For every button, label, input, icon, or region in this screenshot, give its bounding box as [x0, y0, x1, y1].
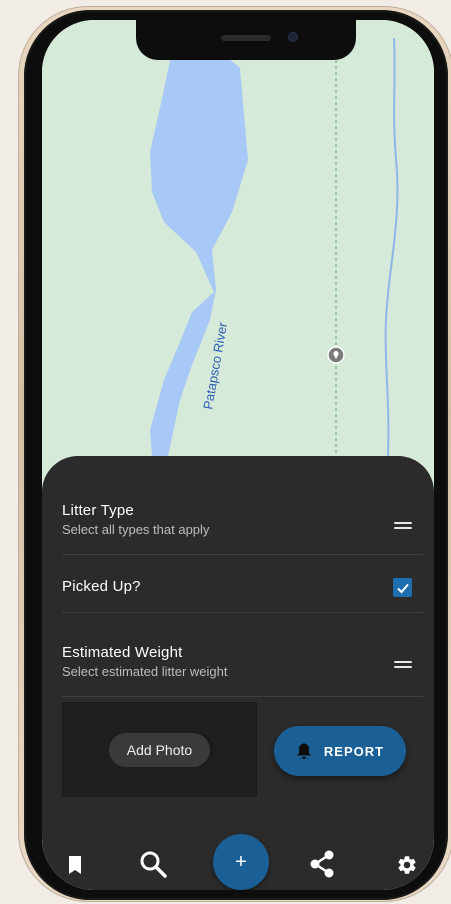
litter-type-title: Litter Type — [62, 502, 134, 519]
photo-area: Add Photo — [62, 702, 257, 797]
estimated-weight-row[interactable]: Estimated Weight Select estimated litter… — [62, 644, 402, 679]
report-label: REPORT — [323, 743, 385, 759]
front-camera — [288, 32, 298, 42]
reorder-icon[interactable] — [394, 661, 412, 669]
litter-type-subtitle: Select all types that apply — [62, 522, 210, 537]
speaker-grille — [221, 35, 271, 41]
search-icon[interactable] — [139, 850, 167, 878]
estimated-weight-subtitle: Select estimated litter weight — [62, 664, 228, 679]
bottom-nav: + — [42, 834, 434, 890]
phone-screen: Patapsco River Litter Type Select all ty… — [42, 20, 434, 890]
picked-up-title: Picked Up? — [62, 578, 141, 595]
gear-icon[interactable] — [396, 854, 418, 876]
divider — [62, 612, 423, 613]
litter-type-row[interactable]: Litter Type Select all types that apply — [62, 502, 402, 537]
add-photo-button[interactable]: Add Photo — [108, 732, 211, 767]
add-report-fab[interactable]: + — [213, 834, 269, 890]
check-icon — [396, 583, 409, 593]
divider — [62, 554, 423, 555]
report-sheet: Litter Type Select all types that apply … — [42, 456, 434, 890]
picked-up-row[interactable]: Picked Up? — [62, 578, 402, 595]
bell-icon — [296, 743, 311, 759]
picked-up-checkbox[interactable] — [393, 578, 412, 597]
bookmark-icon[interactable] — [68, 856, 82, 874]
divider — [62, 696, 423, 697]
reorder-icon[interactable] — [394, 522, 412, 530]
report-button[interactable]: REPORT — [274, 726, 406, 776]
share-icon[interactable] — [308, 850, 336, 878]
phone-notch — [136, 20, 356, 60]
add-icon: + — [235, 850, 247, 873]
estimated-weight-title: Estimated Weight — [62, 644, 183, 661]
location-pin-icon — [327, 346, 345, 364]
